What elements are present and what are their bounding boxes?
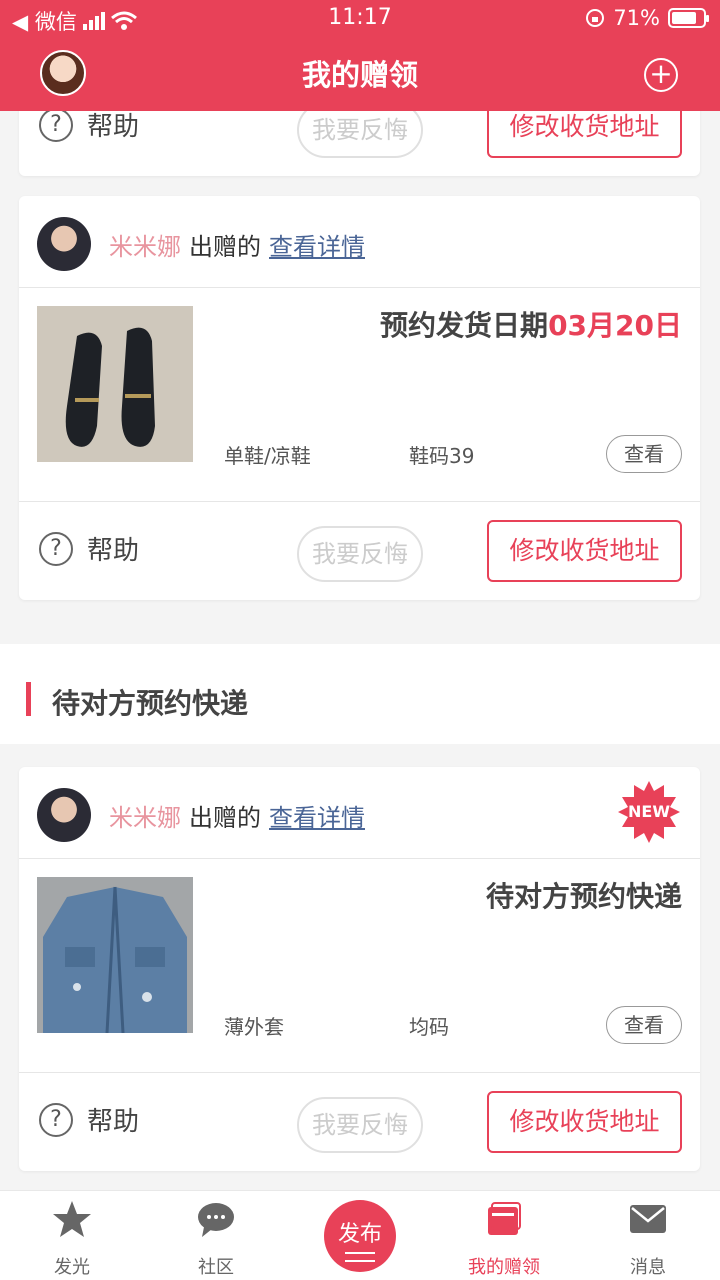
status-date: 03月20日	[548, 309, 682, 342]
tab-community[interactable]: 社区	[146, 1199, 286, 1279]
view-details-link[interactable]: 查看详情	[269, 798, 365, 833]
battery-icon	[668, 8, 709, 28]
giver-name[interactable]: 米米娜	[109, 227, 181, 262]
question-icon: ?	[39, 531, 73, 566]
jacket-image	[37, 877, 193, 1034]
modify-address-button[interactable]: 修改收货地址	[487, 1091, 682, 1153]
gift-card: 米米娜 出赠的 查看详情 NEW 待对方预约快递 薄外套 均码 查看 ? 帮助 …	[19, 767, 700, 1171]
shoes-image	[37, 306, 193, 462]
view-button[interactable]: 查看	[606, 435, 682, 473]
status-prefix: 预约发货日期	[380, 309, 549, 342]
mail-icon	[630, 1205, 666, 1233]
question-icon: ?	[39, 107, 73, 142]
giver-verb: 出赠的	[189, 803, 261, 832]
page-title: 我的赠领	[301, 58, 418, 92]
gift-cards-icon	[488, 1202, 521, 1235]
modify-address-button[interactable]: 修改收货地址	[487, 520, 682, 582]
section-accent-bar	[26, 682, 31, 716]
view-details-link[interactable]: 查看详情	[269, 227, 365, 262]
help-label: 帮助	[87, 1107, 140, 1137]
publish-label: 发布	[337, 1222, 382, 1247]
help-button[interactable]: ? 帮助	[39, 106, 139, 143]
tab-label: 发光	[54, 1257, 90, 1278]
section-title: 待对方预约快递	[52, 687, 249, 720]
publish-button[interactable]: 发布	[324, 1200, 396, 1272]
divider	[19, 501, 700, 502]
tab-label: 我的赠领	[468, 1257, 540, 1278]
item-size: 鞋码39	[409, 444, 475, 468]
regret-button[interactable]: 我要反悔	[297, 1097, 423, 1153]
add-button[interactable]: +	[644, 58, 678, 92]
question-icon: ?	[39, 1102, 73, 1137]
giver-avatar[interactable]	[37, 217, 91, 271]
gift-card: 米米娜 出赠的 查看详情 预约发货日期03月20日 单鞋/凉鞋 鞋码39 查看 …	[19, 196, 700, 600]
view-button[interactable]: 查看	[606, 1006, 682, 1044]
new-badge-label: NEW	[628, 802, 670, 821]
help-button[interactable]: ? 帮助	[39, 530, 139, 567]
bottom-tab-bar: 发光 社区 发布 我的赠领 消息	[0, 1190, 720, 1280]
tab-shine[interactable]: 发光	[2, 1199, 142, 1279]
chat-bubble-icon	[198, 1203, 234, 1237]
help-label: 帮助	[87, 112, 140, 142]
new-badge: NEW	[618, 781, 680, 843]
status-right: 71%	[585, 6, 709, 30]
top-bar: ◀ 微信 11:17 71% 我的赠领 +	[0, 0, 720, 111]
help-label: 帮助	[87, 536, 140, 566]
battery-percent: 71%	[613, 6, 660, 30]
divider	[19, 287, 700, 288]
section-header: 待对方预约快递	[0, 644, 720, 744]
item-photo-shoes[interactable]	[37, 306, 193, 462]
tab-messages[interactable]: 消息	[578, 1199, 718, 1279]
tab-label: 社区	[198, 1257, 234, 1278]
awaiting-courier-status: 待对方预约快递	[485, 880, 682, 913]
publish-icon	[345, 1252, 375, 1262]
help-button[interactable]: ? 帮助	[39, 1101, 139, 1138]
delivery-date-status: 预约发货日期03月20日	[380, 304, 682, 344]
item-category: 单鞋/凉鞋	[224, 444, 311, 468]
divider	[19, 858, 700, 859]
status-bar: ◀ 微信 11:17 71%	[0, 0, 720, 36]
divider	[19, 1072, 700, 1073]
giver-row: 米米娜 出赠的 查看详情	[37, 216, 365, 272]
item-photo-jacket[interactable]	[37, 877, 193, 1034]
giver-avatar[interactable]	[37, 788, 91, 842]
giver-name[interactable]: 米米娜	[109, 798, 181, 833]
star-icon	[53, 1201, 91, 1237]
tab-my-gifts[interactable]: 我的赠领	[434, 1199, 574, 1279]
item-category: 薄外套	[224, 1015, 284, 1039]
giver-row: 米米娜 出赠的 查看详情	[37, 787, 365, 843]
rotation-lock-icon	[586, 9, 605, 27]
regret-button[interactable]: 我要反悔	[297, 526, 423, 582]
giver-verb: 出赠的	[189, 232, 261, 261]
item-size: 均码	[409, 1015, 449, 1039]
tab-label: 消息	[630, 1257, 666, 1278]
